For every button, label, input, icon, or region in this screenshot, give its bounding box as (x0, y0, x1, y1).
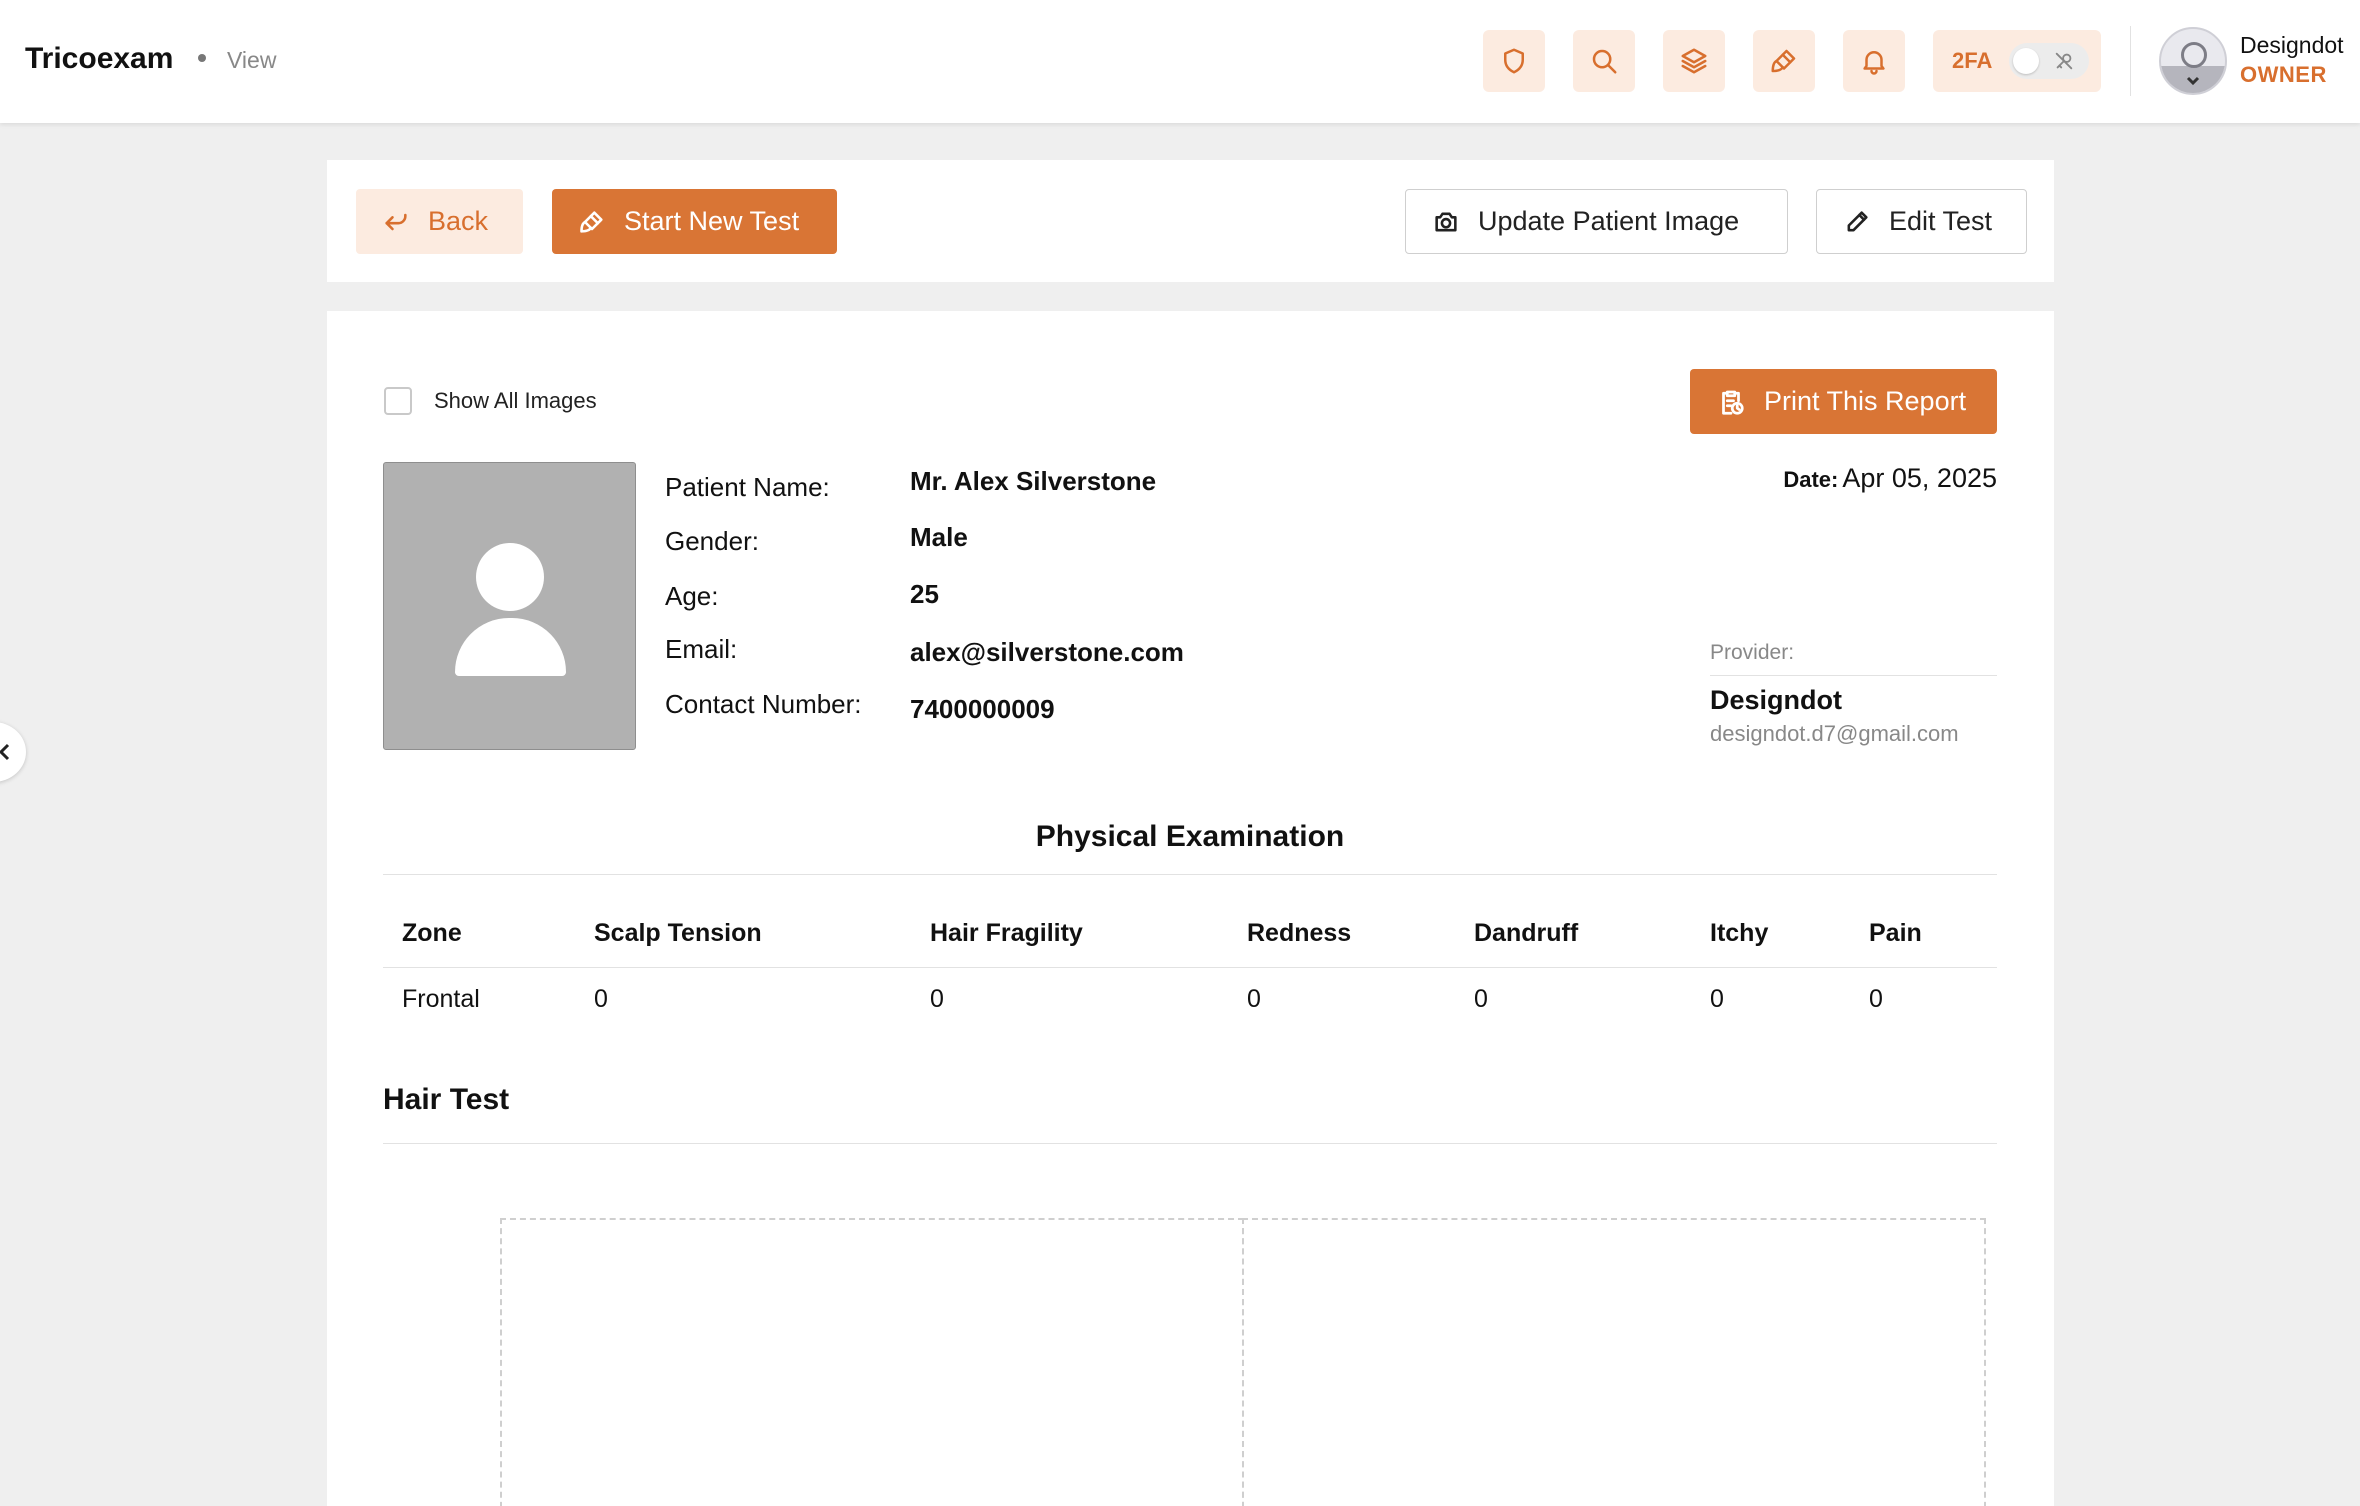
update-patient-image-label: Update Patient Image (1478, 206, 1740, 236)
user-role: OWNER (2240, 62, 2327, 87)
chevron-left-icon (0, 743, 10, 761)
search-icon (1592, 49, 1617, 74)
gender-value: Male (910, 522, 968, 552)
action-bar: Back Start New Test Update Patient Image… (327, 160, 2054, 282)
print-report-button[interactable]: Print This Report (1690, 369, 1997, 434)
table-header-itchy: Itchy (1710, 919, 1769, 947)
brush-button[interactable] (1753, 30, 1815, 92)
provider-label: Provider: (1710, 641, 1795, 664)
table-header-zone: Zone (402, 919, 462, 947)
hair-image-slot-left (500, 1218, 1244, 1506)
return-arrow-icon (385, 213, 407, 230)
table-cell-scalp-tension: 0 (594, 985, 608, 1013)
shield-button[interactable] (1483, 30, 1545, 92)
table-header-divider (383, 967, 1997, 968)
age-value: 25 (910, 579, 939, 609)
table-header-dandruff: Dandruff (1474, 919, 1579, 947)
twofa-control: 2FA (1933, 30, 2101, 92)
age-label: Age: (665, 581, 719, 611)
table-cell-pain: 0 (1869, 985, 1883, 1013)
table-header-redness: Redness (1247, 919, 1352, 947)
user-name[interactable]: Designdot (2240, 32, 2344, 59)
section-divider (383, 874, 1997, 875)
sidebar-toggle[interactable] (0, 722, 26, 782)
provider-name: Designdot (1710, 685, 1842, 715)
camera-icon (1435, 212, 1457, 231)
show-all-images-label[interactable]: Show All Images (434, 388, 597, 414)
header-divider (2130, 26, 2131, 96)
brush-icon (1771, 49, 1796, 73)
bell-icon (1863, 51, 1885, 75)
edit-test-button[interactable]: Edit Test (1816, 189, 2027, 254)
pencil-icon (1847, 210, 1868, 231)
avatar-ring (2181, 42, 2207, 68)
patient-name-value: Mr. Alex Silverstone (910, 466, 1157, 496)
key-off-icon (2055, 52, 2073, 70)
top-header: Tricoexam View 2FA Designdot OWNER (0, 0, 2360, 123)
clipboard-clock-icon (1722, 390, 1744, 415)
date-label: Date: (1783, 467, 1839, 492)
start-new-test-button[interactable]: Start New Test (552, 189, 837, 254)
twofa-toggle[interactable] (2009, 43, 2089, 79)
back-button-label: Back (428, 206, 489, 236)
table-cell-itchy: 0 (1710, 985, 1724, 1013)
table-header-scalp-tension: Scalp Tension (594, 919, 762, 947)
contact-number-label: Contact Number: (665, 689, 862, 719)
person-placeholder-body (455, 618, 566, 676)
shield-icon (1504, 48, 1524, 74)
twofa-label: 2FA (1952, 48, 1993, 73)
breadcrumb-separator (198, 54, 206, 62)
contact-number-value: 7400000009 (910, 694, 1055, 724)
person-placeholder-head (476, 543, 544, 611)
report-date: Date: Apr 05, 2025 (1783, 463, 1997, 494)
gender-label: Gender: (665, 526, 759, 556)
table-header-pain: Pain (1869, 919, 1922, 947)
update-patient-image-button[interactable]: Update Patient Image (1405, 189, 1788, 254)
chevron-down-icon (2186, 76, 2200, 86)
table-cell-hair-fragility: 0 (930, 985, 944, 1013)
email-value: alex@silverstone.com (910, 637, 1184, 667)
edit-test-label: Edit Test (1889, 206, 1993, 236)
physical-examination-title: Physical Examination (1035, 820, 1345, 853)
patient-photo (383, 462, 636, 750)
user-avatar[interactable] (2159, 27, 2227, 95)
report-card: Show All Images Print This Report Patien… (327, 311, 2054, 1506)
print-report-label: Print This Report (1764, 386, 1967, 416)
layers-icon (1681, 48, 1707, 74)
hair-test-divider (383, 1143, 1997, 1144)
show-all-images-checkbox[interactable] (384, 387, 412, 415)
start-new-test-label: Start New Test (624, 206, 800, 236)
hair-test-title: Hair Test (383, 1083, 510, 1116)
toggle-knob (2013, 48, 2039, 74)
back-button[interactable]: Back (356, 189, 523, 254)
layers-button[interactable] (1663, 30, 1725, 92)
patient-name-label: Patient Name: (665, 472, 830, 502)
notifications-button[interactable] (1843, 30, 1905, 92)
brush-icon (580, 210, 603, 233)
email-label: Email: (665, 634, 738, 664)
table-cell-redness: 0 (1247, 985, 1261, 1013)
table-cell-zone: Frontal (402, 985, 480, 1013)
breadcrumb-current: View (227, 47, 277, 73)
search-button[interactable] (1573, 30, 1635, 92)
table-cell-dandruff: 0 (1474, 985, 1488, 1013)
app-title[interactable]: Tricoexam (25, 42, 173, 76)
date-value: Apr 05, 2025 (1842, 463, 1997, 493)
table-header-hair-fragility: Hair Fragility (930, 919, 1083, 947)
hair-image-slot-right (1242, 1218, 1986, 1506)
provider-divider (1710, 675, 1997, 676)
provider-email: designdot.d7@gmail.com (1710, 721, 1959, 746)
